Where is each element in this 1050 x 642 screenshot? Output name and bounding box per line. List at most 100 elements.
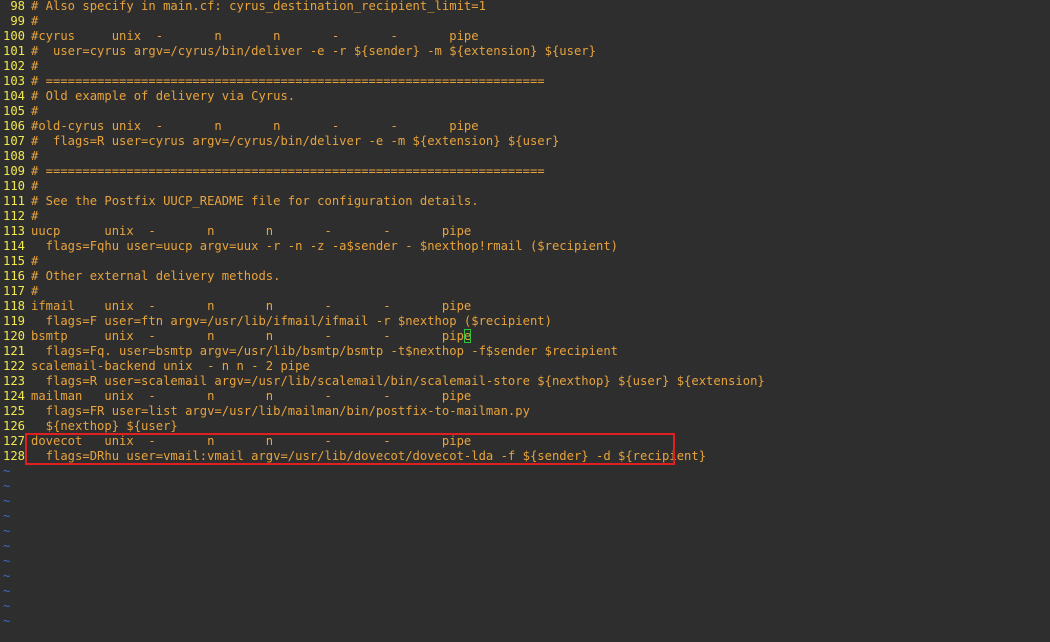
tilde-marker: ~ [3,569,11,583]
editor-line[interactable]: 109 # ===================================… [0,164,545,179]
line-number: 120 [3,329,26,343]
line-text[interactable]: dovecot unix - n n - - pipe [31,434,471,448]
line-text[interactable]: mailman unix - n n - - pipe [31,389,471,403]
editor-line[interactable]: 119 flags=F user=ftn argv=/usr/lib/ifmai… [0,314,552,329]
line-text[interactable]: flags=R user=scalemail argv=/usr/lib/sca… [31,374,765,388]
line-text[interactable]: # [31,209,38,223]
editor-line[interactable]: 108 # [0,149,38,164]
tilde-marker: ~ [3,599,11,613]
text-cursor: e [463,329,472,343]
editor-line[interactable]: 114 flags=Fqhu user=uucp argv=uux -r -n … [0,239,618,254]
editor-line[interactable]: 107 # flags=R user=cyrus argv=/cyrus/bin/… [0,134,559,149]
tilde-marker: ~ [3,584,11,598]
line-number: 100 [3,29,26,43]
editor-line[interactable]: 98 # Also specify in main.cf: cyrus_desti… [0,0,486,14]
line-text[interactable]: # flags=R user=cyrus argv=/cyrus/bin/del… [31,134,559,148]
line-number: 113 [3,224,26,238]
editor-line[interactable]: 115 # [0,254,38,269]
editor-line[interactable]: 121 flags=Fq. user=bsmtp argv=/usr/lib/b… [0,344,618,359]
line-number: 101 [3,44,26,58]
editor-line[interactable]: 118 ifmail unix - n n - - pipe [0,299,471,314]
line-text[interactable]: ${nexthop} ${user} [31,419,178,433]
line-text[interactable]: flags=FR user=list argv=/usr/lib/mailman… [31,404,530,418]
editor-line[interactable]: 99 # [0,14,38,29]
line-text[interactable]: bsmtp unix - n n - - pipe [31,329,472,343]
vim-editor[interactable]: 98 # Also specify in main.cf: cyrus_desti… [0,0,1050,642]
line-number: 123 [3,374,26,388]
editor-line[interactable]: 127 dovecot unix - n n - - pipe [0,434,471,449]
line-number: 116 [3,269,26,283]
line-text[interactable]: # [31,149,38,163]
tilde-marker: ~ [3,464,11,478]
line-text[interactable]: flags=DRhu user=vmail:vmail argv=/usr/li… [31,449,706,463]
editor-line[interactable]: 104 # Old example of delivery via Cyrus. [0,89,295,104]
line-text[interactable]: # [31,104,38,118]
editor-line[interactable]: 120 bsmtp unix - n n - - pipe [0,329,472,344]
editor-line[interactable]: 101 # user=cyrus argv=/cyrus/bin/deliver … [0,44,596,59]
line-number: 110 [3,179,26,193]
editor-line[interactable]: 126 ${nexthop} ${user} [0,419,178,434]
line-text[interactable]: # [31,254,38,268]
editor-line[interactable]: 111 # See the Postfix UUCP_README file fo… [0,194,479,209]
editor-line[interactable]: 102 # [0,59,38,74]
line-text[interactable]: # Also specify in main.cf: cyrus_destina… [31,0,486,13]
line-text[interactable]: # [31,59,38,73]
line-number: 105 [3,104,26,118]
line-number: 115 [3,254,26,268]
line-number: 124 [3,389,26,403]
editor-line[interactable]: 124 mailman unix - n n - - pipe [0,389,471,404]
line-text[interactable]: flags=Fq. user=bsmtp argv=/usr/lib/bsmtp… [31,344,618,358]
line-text[interactable]: # See the Postfix UUCP_README file for c… [31,194,479,208]
line-text[interactable]: #old-cyrus unix - n n - - pipe [31,119,479,133]
line-text[interactable]: # user=cyrus argv=/cyrus/bin/deliver -e … [31,44,596,58]
line-text[interactable]: # [31,179,38,193]
line-text[interactable]: # Other external delivery methods. [31,269,280,283]
tilde-marker: ~ [3,554,11,568]
line-number: 112 [3,209,26,223]
empty-line: ~ [0,584,10,599]
line-text[interactable]: # ======================================… [31,74,545,88]
line-text[interactable]: # [31,284,38,298]
empty-line: ~ [0,569,10,584]
editor-line[interactable]: 116 # Other external delivery methods. [0,269,280,284]
tilde-marker: ~ [3,614,11,628]
line-text[interactable]: flags=F user=ftn argv=/usr/lib/ifmail/if… [31,314,552,328]
line-text[interactable]: ifmail unix - n n - - pipe [31,299,471,313]
editor-line[interactable]: 125 flags=FR user=list argv=/usr/lib/mai… [0,404,530,419]
line-number: 121 [3,344,26,358]
editor-line[interactable]: 113 uucp unix - n n - - pipe [0,224,471,239]
editor-line[interactable]: 117 # [0,284,38,299]
editor-line[interactable]: 100 #cyrus unix - n n - - pipe [0,29,479,44]
empty-line: ~ [0,599,10,614]
editor-line[interactable]: 123 flags=R user=scalemail argv=/usr/lib… [0,374,765,389]
line-number: 118 [3,299,26,313]
line-number: 104 [3,89,26,103]
line-text[interactable]: # ======================================… [31,164,545,178]
empty-line: ~ [0,479,10,494]
editor-line[interactable]: 103 # ===================================… [0,74,545,89]
line-text[interactable]: # [31,14,38,28]
tilde-marker: ~ [3,479,11,493]
line-text[interactable]: # Old example of delivery via Cyrus. [31,89,295,103]
line-number: 127 [3,434,26,448]
line-text[interactable]: flags=Fqhu user=uucp argv=uux -r -n -z -… [31,239,618,253]
empty-line: ~ [0,494,10,509]
line-text[interactable]: #cyrus unix - n n - - pipe [31,29,479,43]
editor-line[interactable]: 106 #old-cyrus unix - n n - - pipe [0,119,479,134]
editor-line[interactable]: 128 flags=DRhu user=vmail:vmail argv=/us… [0,449,706,464]
editor-line[interactable]: 110 # [0,179,38,194]
line-number: 128 [3,449,26,463]
line-number: 103 [3,74,26,88]
line-number: 125 [3,404,26,418]
tilde-marker: ~ [3,509,11,523]
line-number: 119 [3,314,26,328]
editor-line[interactable]: 105 # [0,104,38,119]
line-number: 126 [3,419,26,433]
line-number: 106 [3,119,26,133]
line-text[interactable]: scalemail-backend unix - n n - 2 pipe [31,359,310,373]
empty-line: ~ [0,614,10,629]
editor-line[interactable]: 112 # [0,209,38,224]
editor-line[interactable]: 122 scalemail-backend unix - n n - 2 pipe [0,359,310,374]
line-number: 107 [3,134,26,148]
line-text[interactable]: uucp unix - n n - - pipe [31,224,471,238]
